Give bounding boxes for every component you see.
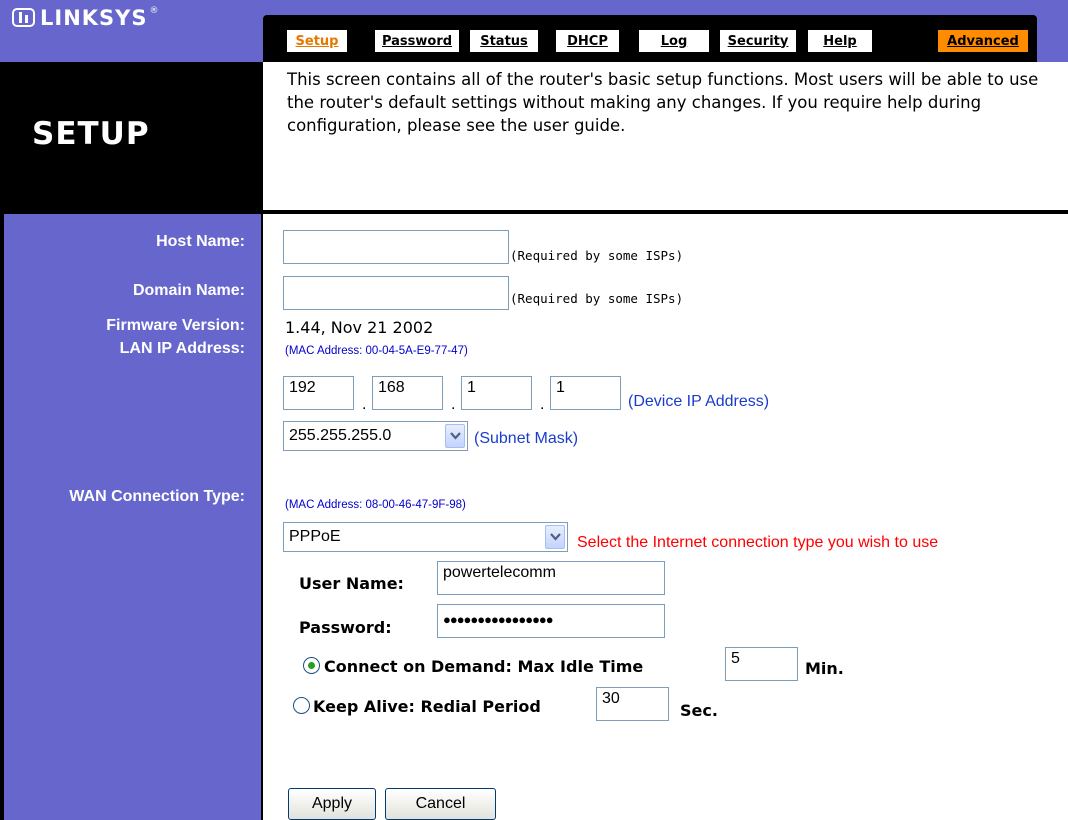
host-name-hint: (Required by some ISPs) [510,248,684,263]
tab-log[interactable]: Log [638,29,710,53]
firmware-version-label: Firmware Version: [106,317,245,334]
ip-octet-2-input[interactable]: 168 [372,376,443,410]
subnet-mask-value: 255.255.255.0 [289,427,392,444]
wan-mac-address: (MAC Address: 08-00-46-47-9F-98) [285,499,466,511]
subnet-mask-note: (Subnet Mask) [474,430,579,447]
chevron-down-icon[interactable] [445,424,465,448]
tab-security[interactable]: Security [719,29,797,53]
lan-ip-label: LAN IP Address: [119,340,245,357]
password-input[interactable]: ●●●●●●●●●●●●●●●● [437,604,665,638]
max-idle-time-input[interactable]: 5 [725,647,798,681]
connect-on-demand-radio[interactable] [303,657,320,674]
logo-registered: ® [149,6,160,16]
tab-password[interactable]: Password [374,29,460,53]
firmware-version-value: 1.44, Nov 21 2002 [285,318,434,337]
tab-dhcp[interactable]: DHCP [555,29,620,53]
ip-dot-2: . [451,396,456,413]
ip-dot-1: . [362,396,367,413]
tab-setup[interactable]: Setup [286,29,348,53]
connect-on-demand-label: Connect on Demand: Max Idle Time [324,657,644,676]
ip-dot-3: . [540,396,545,413]
lan-mac-address: (MAC Address: 00-04-5A-E9-77-47) [285,345,468,357]
page-title: SETUP [32,116,150,152]
redial-period-input[interactable]: 30 [596,687,669,721]
logo-text: LINKSYS [40,6,148,30]
password-label: Password: [299,618,392,637]
keep-alive-label: Keep Alive: Redial Period [313,697,541,716]
tab-status[interactable]: Status [469,29,539,53]
wan-type-instruction: Select the Internet connection type you … [577,534,939,551]
keep-alive-radio[interactable] [293,697,310,714]
apply-button[interactable]: Apply [288,788,376,820]
user-name-input[interactable]: powertelecomm [437,561,665,595]
user-name-label: User Name: [299,574,404,593]
logo-area: LINKSYS ® [0,0,256,62]
host-name-input[interactable] [283,230,509,264]
min-unit-label: Min. [805,659,844,678]
chevron-down-icon[interactable] [545,525,565,549]
ip-octet-4-input[interactable]: 1 [550,376,621,410]
cancel-button[interactable]: Cancel [385,788,496,820]
tab-advanced[interactable]: Advanced [937,29,1029,53]
linksys-mark-icon [12,8,35,27]
wan-type-value: PPPoE [289,528,341,545]
tab-help[interactable]: Help [807,29,873,53]
ip-octet-3-input[interactable]: 1 [461,376,532,410]
domain-name-input[interactable] [283,276,509,310]
main-tab-bar: Setup Password Status DHCP Log Security … [263,15,1037,62]
intro-description: This screen contains all of the router's… [287,70,1039,135]
linksys-logo: LINKSYS ® [12,6,160,30]
device-ip-note: (Device IP Address) [628,393,770,410]
ip-octet-1-input[interactable]: 192 [283,376,354,410]
wan-type-select[interactable]: PPPoE [283,522,568,552]
host-name-label: Host Name: [156,233,245,250]
label-panel: Host Name: Domain Name: Firmware Version… [0,214,263,820]
domain-name-label: Domain Name: [132,282,245,299]
wan-connection-type-label: WAN Connection Type: [69,488,245,505]
sec-unit-label: Sec. [680,701,718,720]
domain-name-hint: (Required by some ISPs) [510,291,684,306]
subnet-mask-select[interactable]: 255.255.255.0 [283,421,468,451]
